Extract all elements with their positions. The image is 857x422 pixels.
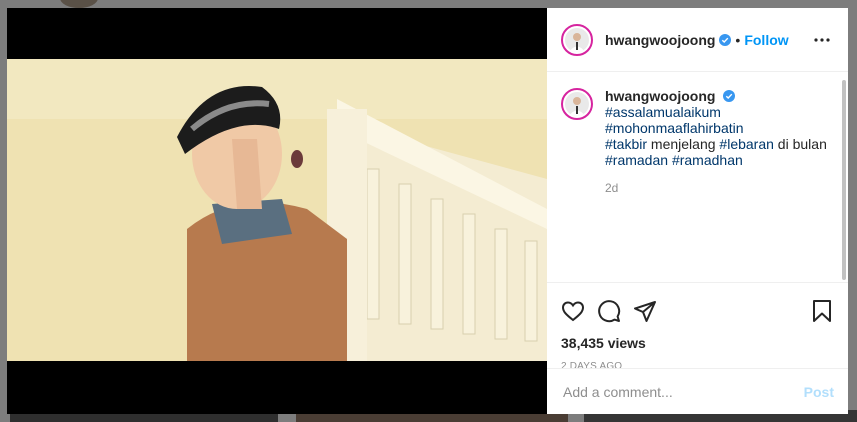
video-frame[interactable] [7, 59, 547, 361]
comment-input[interactable] [561, 382, 804, 401]
post-modal: hwangwoojoong • Follow hwangwoojoong #as… [7, 8, 848, 414]
caption-line: #mohonmaaflahirbatin [605, 120, 827, 136]
caption-username[interactable]: hwangwoojoong [605, 88, 715, 104]
post-sidebar: hwangwoojoong • Follow hwangwoojoong #as… [547, 8, 848, 414]
add-comment-bar: Post [547, 368, 848, 414]
post-actions: 38,435 views 2 DAYS AGO [547, 282, 848, 372]
post-media[interactable] [7, 8, 547, 414]
hashtag-link[interactable]: #takbir [605, 136, 647, 152]
avatar[interactable] [561, 23, 593, 56]
comments-area[interactable]: hwangwoojoong #assalamualaikum #mohonmaaf… [547, 72, 848, 282]
action-icons [561, 291, 834, 331]
username-link[interactable]: hwangwoojoong [605, 32, 715, 48]
verified-badge-icon [719, 33, 732, 46]
hashtag-link[interactable]: #mohonmaaflahirbatin [605, 120, 744, 136]
feed-avatar [60, 0, 98, 8]
caption-line: #assalamualaikum [605, 104, 827, 120]
caption-text: #assalamualaikum #mohonmaaflahirbatin #tak… [605, 104, 827, 168]
hashtag-link[interactable]: #lebaran [719, 136, 774, 152]
send-icon[interactable] [633, 299, 657, 323]
comment-icon[interactable] [597, 299, 621, 323]
bookmark-icon[interactable] [810, 299, 834, 323]
caption-timestamp: 2d [605, 181, 619, 195]
view-count[interactable]: 38,435 views [561, 335, 834, 351]
separator-dot: • [735, 31, 741, 48]
heart-icon[interactable] [561, 299, 585, 323]
caption: hwangwoojoong #assalamualaikum #mohonmaaf… [605, 88, 827, 266]
hashtag-link[interactable]: #ramadhan [672, 152, 743, 168]
verified-badge-icon [723, 90, 736, 102]
caption-text: di bulan [773, 136, 827, 152]
more-options-icon[interactable] [810, 28, 834, 52]
follow-button[interactable]: Follow [744, 32, 788, 48]
hashtag-link[interactable]: #assalamualaikum [605, 104, 721, 120]
post-comment-button[interactable]: Post [804, 384, 834, 400]
avatar[interactable] [561, 88, 593, 120]
caption-line: #takbir menjelang #lebaran di bulan [605, 136, 827, 152]
post-header: hwangwoojoong • Follow [547, 8, 848, 72]
caption-line: #ramadan #ramadhan [605, 152, 827, 168]
scrollbar[interactable] [842, 80, 846, 280]
hashtag-link[interactable]: #ramadan [605, 152, 668, 168]
caption-text: menjelang [647, 136, 720, 152]
